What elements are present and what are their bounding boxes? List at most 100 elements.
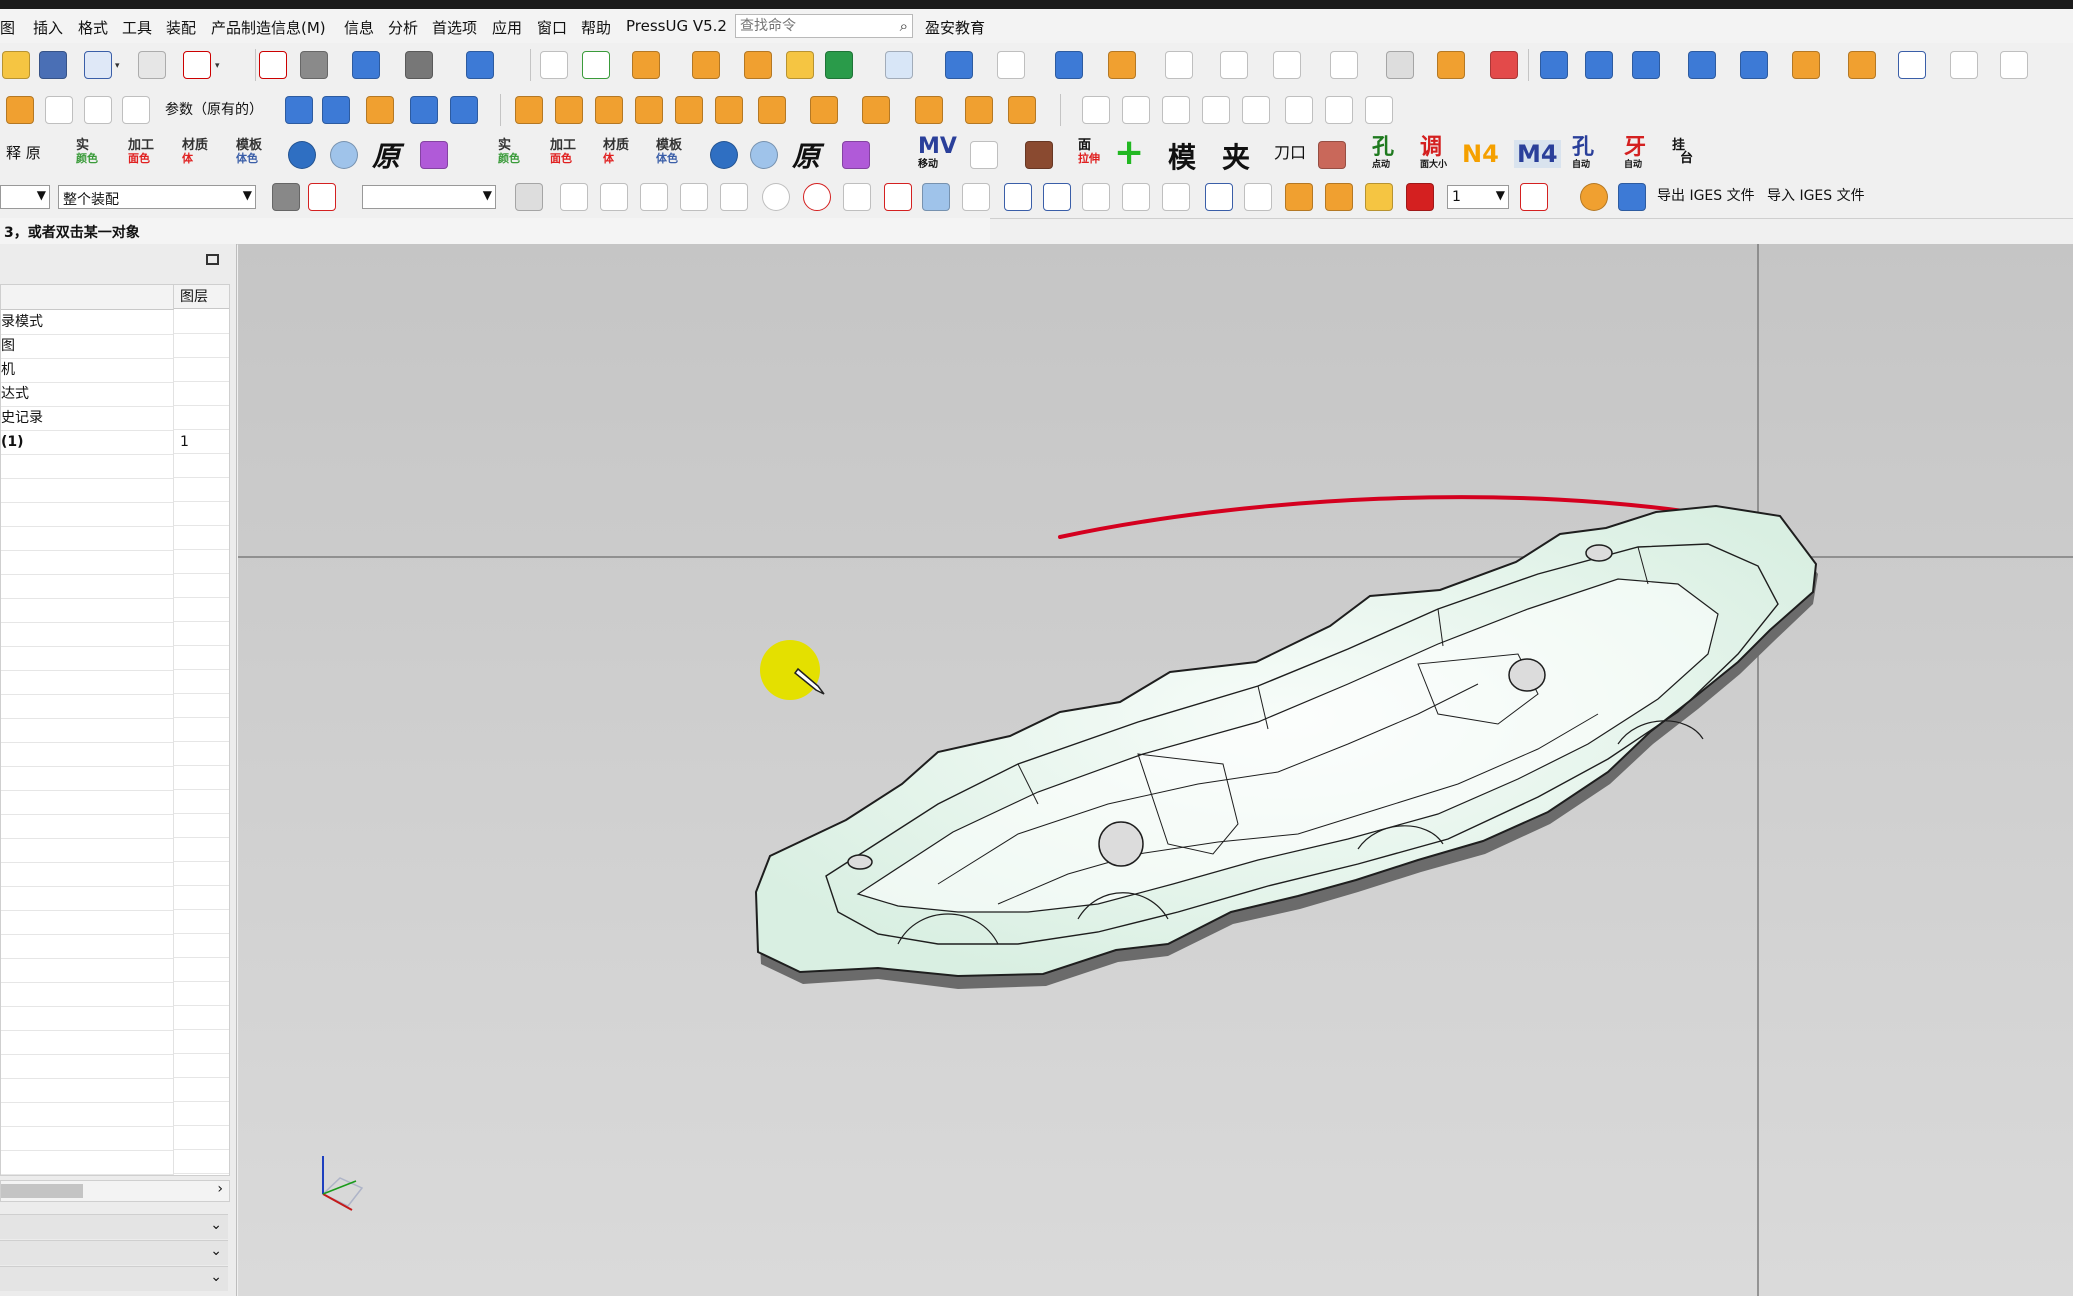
menu-insert[interactable]: 插入 [33,17,63,38]
navigator-row-name[interactable]: 录模式 [1,310,174,335]
chevron-down-icon[interactable]: ⌄ [210,1269,222,1285]
filter-select[interactable]: ▼ [0,185,50,209]
rotate-icon[interactable] [466,51,494,79]
graphics-viewport[interactable] [238,244,2073,1296]
dependencies-section[interactable]: ⌄ [0,1214,228,1239]
mesh-icon[interactable] [45,96,73,124]
select-target-icon[interactable] [308,183,336,211]
command-search[interactable]: ⌕ [735,14,913,38]
tool-f-icon[interactable] [1792,51,1820,79]
navigator-row-name[interactable] [1,934,174,959]
navigator-row-name[interactable] [1,670,174,695]
rectangle-icon[interactable] [1220,51,1248,79]
solid-c-icon[interactable] [595,96,623,124]
hole[interactable] [1098,821,1144,867]
navigator-row-name[interactable] [1,1006,174,1031]
zoom-window-icon[interactable] [1004,183,1032,211]
open-icon[interactable] [2,51,30,79]
sheet-icon[interactable] [582,51,610,79]
navigator-row-name[interactable] [1,718,174,743]
thread-auto-button[interactable]: 牙自动 [1624,137,1646,172]
background-icon[interactable] [405,51,433,79]
solid-d-icon[interactable] [635,96,663,124]
snap-quadrant-icon[interactable] [803,183,831,211]
move-component-icon[interactable] [945,51,973,79]
swirl-icon[interactable] [288,141,316,169]
assembly-icon[interactable] [825,51,853,79]
mv-move-button[interactable]: MV 移动 [918,136,957,171]
navigator-row-name[interactable] [1,766,174,791]
mold-button[interactable]: 模 [1168,136,1196,176]
solid-k-icon[interactable] [965,96,993,124]
material-button[interactable]: 材质体 [182,139,208,165]
ruler-icon[interactable] [1285,183,1313,211]
component-icon[interactable] [885,51,913,79]
solid-g-icon[interactable] [758,96,786,124]
offset-icon[interactable] [410,96,438,124]
chevron-right-icon[interactable]: › [217,1181,223,1197]
chevron-down-icon[interactable]: ▾ [215,61,220,71]
navigator-row-name[interactable] [1,1102,174,1127]
solid-i-icon[interactable] [862,96,890,124]
folder-icon[interactable] [786,51,814,79]
navigator-row-name[interactable] [1,958,174,983]
menu-analysis[interactable]: 分析 [388,17,418,38]
face-color-button[interactable]: 加工 面色 [128,139,154,165]
undo-icon[interactable] [84,51,112,79]
adjust-face-button[interactable]: 调面大小 [1420,137,1447,172]
arc-icon[interactable] [1330,51,1358,79]
navigator-row-name[interactable]: 史记录 [1,406,174,431]
plane-icon[interactable] [1108,51,1136,79]
wcs-icon[interactable] [1122,183,1150,211]
navigator-row-name[interactable] [1,550,174,575]
navigator-row-name[interactable] [1,1078,174,1103]
snap-endpoint-icon[interactable] [560,183,588,211]
navigator-row-name[interactable] [1,454,174,479]
navigator-row-name[interactable] [1,1054,174,1079]
navigator-row-name[interactable] [1,526,174,551]
tool-g-icon[interactable] [1848,51,1876,79]
snap-midpoint-icon[interactable] [600,183,628,211]
corner-icon[interactable] [1242,96,1270,124]
eraser-icon[interactable] [515,183,543,211]
snap-face-icon[interactable] [922,183,950,211]
navigator-row-name[interactable] [1,1150,174,1175]
tool-a-icon[interactable] [1540,51,1568,79]
hole-point-button[interactable]: 孔点动 [1372,137,1394,172]
layers-icon[interactable] [1325,183,1353,211]
scrollbar-thumb[interactable] [1,1184,83,1198]
measure-icon[interactable] [1386,51,1414,79]
navigator-row-name[interactable]: 机 [1,358,174,383]
diamond-icon[interactable] [1165,51,1193,79]
face-color-button-2[interactable]: 加工 面色 [550,139,576,165]
pointer-icon[interactable] [970,141,998,169]
grid-icon[interactable] [962,183,990,211]
navigator-row-name[interactable] [1,646,174,671]
fit-icon[interactable] [1520,183,1548,211]
cutting-edge-button[interactable]: 刀口 [1274,145,1306,161]
maximize-icon[interactable] [206,254,219,265]
export-iges-button[interactable]: 导出 IGES 文件 [1657,189,1755,203]
menu-application[interactable]: 应用 [492,17,522,38]
menu-information[interactable]: 信息 [344,17,374,38]
dimension-icon[interactable] [1244,183,1272,211]
curve-a-icon[interactable] [84,96,112,124]
face-extrude-button[interactable]: 面拉伸 [1078,139,1100,165]
hanger-button[interactable]: 挂台 [1672,139,1693,165]
menu-pressug[interactable]: PressUG V5.2 [626,17,727,35]
command-search-input[interactable] [736,15,894,37]
tool-b-icon[interactable] [1585,51,1613,79]
snap-intersect-icon[interactable] [680,183,708,211]
menu-view[interactable]: 图 [0,17,15,38]
navigator-row-name[interactable] [1,478,174,503]
document-icon[interactable] [1285,96,1313,124]
save-icon[interactable] [39,51,67,79]
solid-color-button-2[interactable]: 实颜色 [498,139,520,165]
original-button-2[interactable]: 原 [792,135,820,175]
sketch-icon[interactable] [997,51,1025,79]
navigator-row-name[interactable] [1,862,174,887]
node-icon[interactable] [1082,183,1110,211]
text-find-icon[interactable] [1950,51,1978,79]
m4-button[interactable]: M4 [1514,140,1561,168]
fillet-icon[interactable] [1202,96,1230,124]
